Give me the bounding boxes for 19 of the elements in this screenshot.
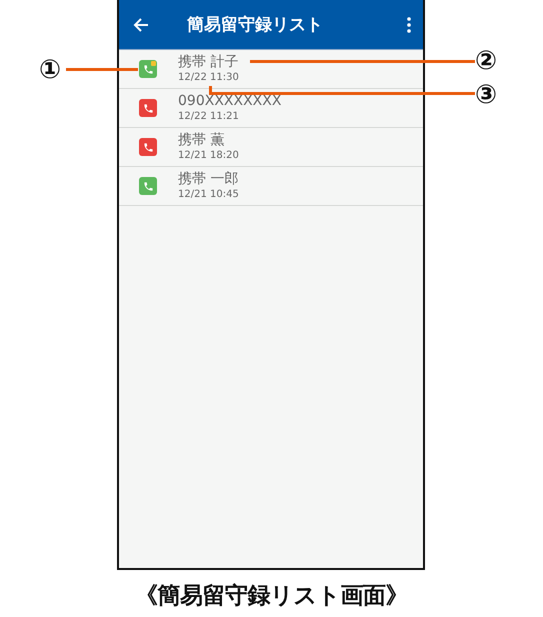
caller-name: 090XXXXXXXX (178, 92, 282, 110)
record-time: 12/21 18:20 (178, 149, 239, 163)
caller-name: 携帯 一郎 (178, 170, 239, 188)
record-time: 12/22 11:30 (178, 71, 239, 85)
caller-name: 携帯 薫 (178, 131, 226, 149)
leader-line (66, 68, 138, 71)
screen-title: 簡易留守録リスト (187, 14, 324, 36)
record-row[interactable]: 携帯 薫 12/21 18:20 (119, 128, 423, 167)
record-time: 12/22 11:21 (178, 110, 240, 124)
record-time: 12/21 10:45 (178, 188, 239, 202)
callout-number: ① (39, 57, 62, 83)
record-row[interactable]: 090XXXXXXXX 12/22 11:21 (119, 89, 423, 128)
callout-number: ② (475, 48, 498, 74)
record-row[interactable]: 携帯 一郎 12/21 10:45 (119, 167, 423, 206)
callout-number: ③ (475, 82, 498, 108)
caller-name: 携帯 計子 (178, 53, 239, 71)
back-icon[interactable] (133, 18, 149, 32)
figure-caption: 《簡易留守録リスト画面》 (134, 582, 409, 611)
menu-icon[interactable] (407, 16, 411, 32)
